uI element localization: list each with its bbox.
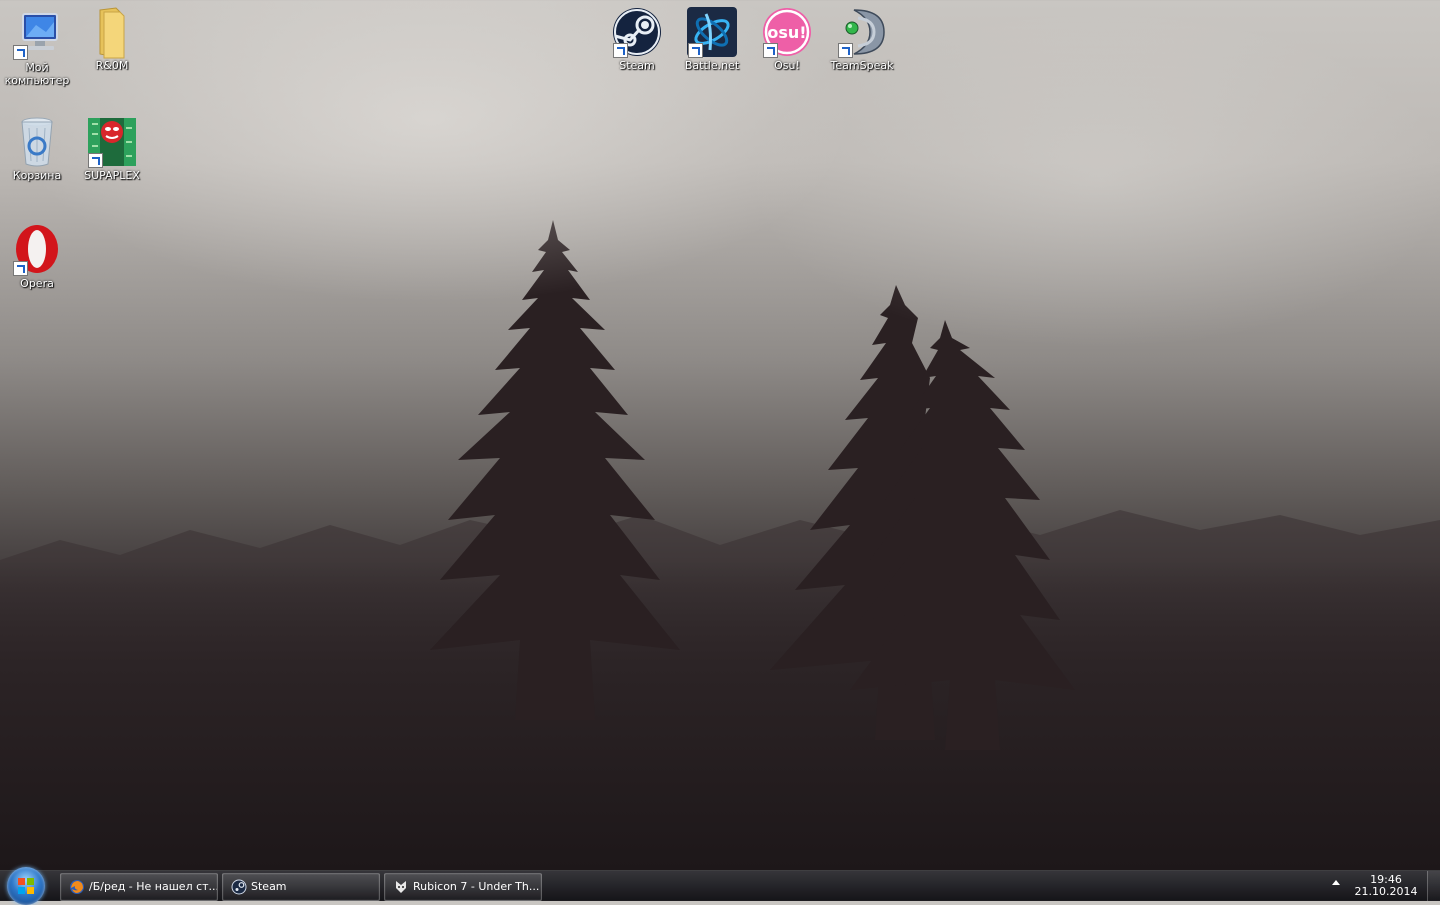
desktop-icon-my-computer[interactable]: Мой компьютер [0, 8, 74, 87]
taskbar-button-rubicon[interactable]: Rubicon 7 - Under Th... [384, 873, 542, 901]
osu-icon: osu! [761, 6, 813, 58]
taskbar-button-steam[interactable]: Steam [222, 873, 380, 901]
show-desktop-button[interactable] [1427, 871, 1440, 901]
shortcut-arrow-icon [613, 43, 628, 58]
desktop-icon-recycle-bin[interactable]: Корзина [0, 116, 74, 182]
taskbar-button-label: Steam [251, 880, 287, 893]
show-hidden-icons-button[interactable] [1332, 880, 1340, 885]
desktop-icon-osu[interactable]: osu! Osu! [750, 6, 824, 72]
desktop-wallpaper [0, 0, 1440, 870]
osu-logo-text: osu! [767, 23, 806, 42]
desktop-icon-label: Opera [20, 277, 54, 290]
desktop-icon-label: Корзина [12, 169, 62, 182]
shortcut-arrow-icon [688, 43, 703, 58]
teamspeak-icon [836, 6, 888, 58]
desktop-icon-label: Мой компьютер [4, 61, 70, 87]
wallpaper-trees [0, 220, 1440, 870]
desktop-icon-label: Battle.net [684, 59, 740, 72]
taskbar-button-label: Rubicon 7 - Under Th... [413, 880, 540, 893]
shortcut-arrow-icon [838, 43, 853, 58]
desktop-icon-label: Osu! [774, 59, 800, 72]
start-button[interactable] [7, 867, 45, 905]
windows-logo-icon [18, 878, 34, 894]
taskbar: /Б/ред - Не нашел ст... Steam Rubicon 7 … [0, 867, 1440, 905]
shortcut-arrow-icon [88, 153, 103, 168]
desktop-icon-label: R&0M [95, 59, 129, 72]
app-icon [396, 881, 406, 893]
desktop-icon-teamspeak[interactable]: TeamSpeak [825, 6, 899, 72]
steam-icon [231, 879, 247, 895]
system-clock[interactable]: 19:46 21.10.2014 [1350, 874, 1422, 898]
recycle-bin-icon [11, 116, 63, 168]
desktop-icon-r0m-folder[interactable]: R&0M [75, 6, 149, 72]
clock-date: 21.10.2014 [1354, 885, 1418, 898]
desktop-icon-steam[interactable]: Steam [600, 6, 674, 72]
battlenet-icon [686, 6, 738, 58]
taskbar-button-firefox[interactable]: /Б/ред - Не нашел ст... [60, 873, 218, 901]
desktop-icon-label: Steam [619, 59, 655, 72]
desktop-icon-opera[interactable]: Opera [0, 224, 74, 290]
supaplex-icon [86, 116, 138, 168]
desktop-icon-label: TeamSpeak [830, 59, 894, 72]
computer-icon [11, 8, 63, 60]
shortcut-arrow-icon [13, 261, 28, 276]
shortcut-arrow-icon [13, 45, 28, 60]
left-spruce-silhouette [430, 220, 680, 720]
folder-icon [86, 6, 138, 59]
firefox-icon [70, 880, 84, 894]
taskbar-button-label: /Б/ред - Не нашел ст... [89, 880, 218, 893]
steam-icon [611, 6, 663, 58]
desktop-icon-label: SUPAPLEX [84, 169, 140, 182]
shortcut-arrow-icon [763, 43, 778, 58]
desktop-icon-supaplex[interactable]: SUPAPLEX [75, 116, 149, 182]
desktop-icon-battlenet[interactable]: Battle.net [675, 6, 749, 72]
opera-icon [11, 224, 63, 276]
